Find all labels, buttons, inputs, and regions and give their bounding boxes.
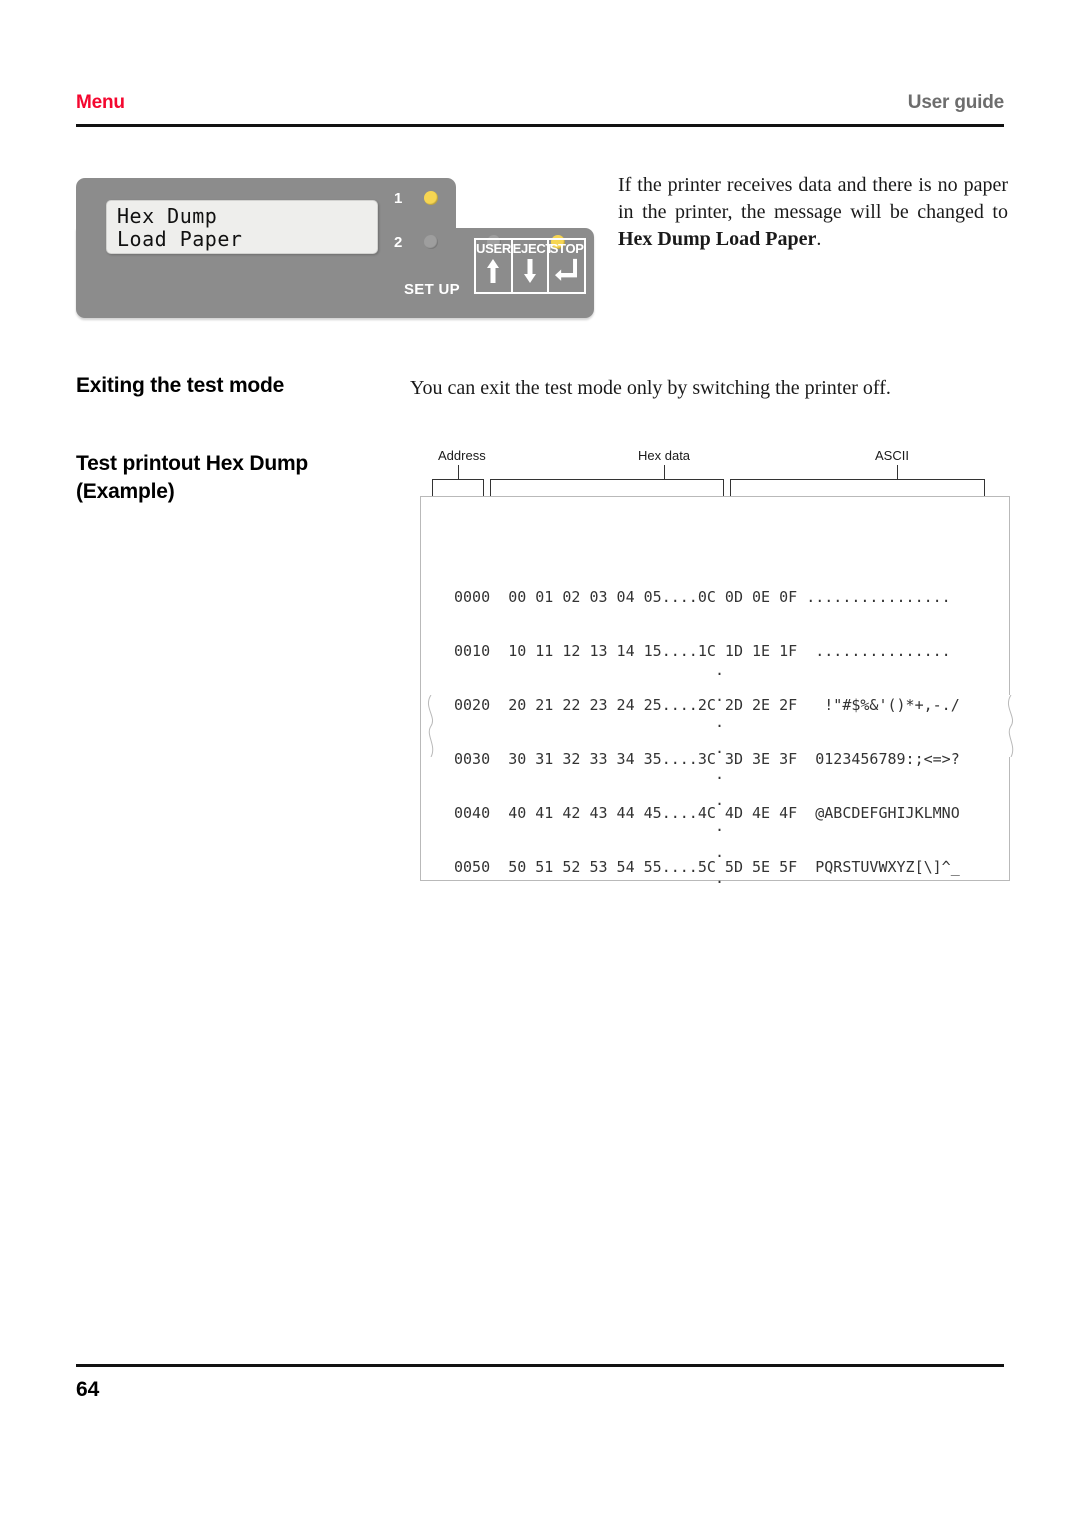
hex-dump-rows: 0000 00 01 02 03 04 05....0C 0D 0E 0F ..… [454, 552, 960, 912]
continuation-dot: . [715, 869, 725, 887]
continuation-dot: . [715, 739, 725, 757]
continuation-dot: . [715, 765, 725, 783]
callout-label-hex-data: Hex data [638, 448, 691, 463]
arrow-up-icon [476, 258, 511, 289]
header-title: Menu [76, 92, 125, 113]
control-panel-illustration: Hex Dump Load Paper 1 2 SET UP USER EJEC… [76, 178, 594, 318]
continuation-dot: . [715, 687, 725, 705]
cell-address: 0000 [454, 588, 491, 606]
continuation-dot: . [715, 713, 725, 731]
cell-ascii: @ABCDEFGHIJKLMNO [806, 804, 960, 822]
intro-message-bold: Hex Dump Load Paper [618, 228, 817, 250]
setup-label: SET UP [404, 281, 460, 298]
continuation-dot: . [715, 843, 725, 861]
user-button-label: USER [476, 241, 511, 256]
cell-address: 0040 [454, 804, 491, 822]
user-button[interactable]: USER [476, 240, 513, 292]
cell-hex: 30 31 32 33 34 35....3C 3D 3E 3F [508, 750, 798, 768]
cell-ascii: ............... [806, 642, 951, 660]
header-divider [76, 124, 1004, 127]
callout-tick-hex-data [664, 465, 665, 479]
stop-button-label: STOP [549, 241, 584, 256]
cell-address: 0010 [454, 642, 491, 660]
heading-exiting-test-mode: Exiting the test mode [76, 374, 285, 397]
heading-test-printout: Test printout Hex Dump (Example) [76, 450, 396, 506]
arrow-down-icon [513, 258, 548, 289]
lcd-display: Hex Dump Load Paper [106, 200, 378, 254]
paper-tear-right-icon [1002, 694, 1020, 758]
table-row: 0020 20 21 22 23 24 25....2C 2D 2E 2F !"… [454, 696, 960, 714]
table-row: 0040 40 41 42 43 44 45....4C 4D 4E 4F @A… [454, 804, 960, 822]
continuation-dot: . [715, 817, 725, 835]
lcd-line-2: Load Paper [117, 227, 243, 251]
intro-paragraph: If the printer receives data and there i… [618, 172, 1008, 253]
table-row: 0030 30 31 32 33 34 35....3C 3D 3E 3F 01… [454, 750, 960, 768]
cell-ascii: 0123456789:;<=>? [806, 750, 960, 768]
led-group-2-label: 2 [394, 234, 403, 251]
eject-button[interactable]: EJECT [512, 240, 554, 292]
table-row: 0000 00 01 02 03 04 05....0C 0D 0E 0F ..… [454, 588, 960, 606]
callout-tick-address [458, 465, 459, 479]
header-guide-label: User guide [907, 92, 1004, 113]
cell-address: 0020 [454, 696, 491, 714]
cell-ascii: PQRSTUVWXYZ[\]^_ [806, 858, 960, 876]
cell-hex: 20 21 22 23 24 25....2C 2D 2E 2F [508, 696, 798, 714]
callout-label-address: Address [438, 448, 486, 463]
cell-hex: 10 11 12 13 14 15....1C 1D 1E 1F [508, 642, 798, 660]
continuation-dot: . [715, 791, 725, 809]
page-number: 64 [76, 1378, 100, 1401]
table-row: 0010 10 11 12 13 14 15....1C 1D 1E 1F ..… [454, 642, 960, 660]
continuation-dots: . . . . . . . . . [715, 657, 724, 891]
page-header: Menu User guide [76, 92, 1004, 126]
cell-ascii: ................ [806, 588, 951, 606]
lcd-line-1: Hex Dump [117, 204, 218, 228]
panel-button-row: USER EJECT STOP [474, 238, 586, 294]
enter-return-icon [549, 258, 584, 289]
cell-address: 0050 [454, 858, 491, 876]
eject-button-label: EJECT [512, 241, 554, 256]
hex-dump-figure: Address Hex data ASCII 0000 00 01 02 03 … [410, 448, 1020, 888]
cell-hex: 50 51 52 53 54 55....5C 5D 5E 5F [508, 858, 798, 876]
led-1-a [424, 191, 438, 205]
cell-ascii: !"#$%&'()*+,-./ [806, 696, 960, 714]
callout-tick-ascii [897, 465, 898, 479]
intro-text-part2: . [816, 228, 822, 250]
heading-test-printout-line1: Test printout Hex Dump [76, 452, 309, 475]
paper-tear-left-icon [422, 694, 440, 758]
body-exiting-test-mode: You can exit the test mode only by switc… [410, 377, 891, 399]
continuation-dot: . [715, 661, 725, 679]
cell-address: 0030 [454, 750, 491, 768]
cell-hex: 40 41 42 43 44 45....4C 4D 4E 4F [508, 804, 798, 822]
cell-hex: 00 01 02 03 04 05....0C 0D 0E 0F [508, 588, 798, 606]
led-group-1-label: 1 [394, 190, 403, 207]
intro-text-part1: If the printer receives data and there i… [618, 174, 1008, 223]
printout-paper: 0000 00 01 02 03 04 05....0C 0D 0E 0F ..… [420, 496, 1020, 887]
callout-label-ascii: ASCII [875, 448, 909, 463]
table-row: 0050 50 51 52 53 54 55....5C 5D 5E 5F PQ… [454, 858, 960, 876]
footer-divider [76, 1364, 1004, 1367]
heading-test-printout-line2: (Example) [76, 480, 175, 503]
led-2-a [424, 235, 438, 249]
stop-button[interactable]: STOP [549, 240, 584, 292]
